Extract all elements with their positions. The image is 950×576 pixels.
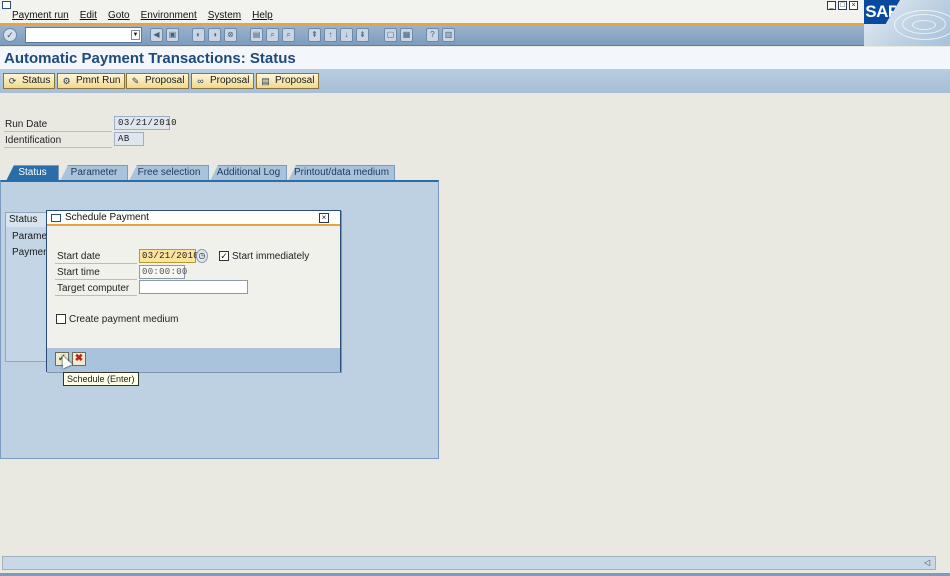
- dialog-window-icon: [51, 214, 61, 222]
- dialog-footer: ✓ ✖: [47, 348, 340, 372]
- glasses-icon: ∞: [197, 76, 204, 86]
- proposal-list-button[interactable]: ▤ Proposal: [256, 73, 320, 89]
- pencil-icon: ✎: [131, 76, 140, 86]
- proposal-list-button-label: Proposal: [275, 75, 315, 86]
- tab-parameter[interactable]: Parameter: [60, 165, 128, 181]
- schedule-payment-dialog: Schedule Payment × Start date 03/21/2010…: [46, 210, 341, 372]
- calendar-help-icon[interactable]: ◷: [196, 249, 208, 263]
- back-arrow-icon[interactable]: ◀: [150, 28, 163, 42]
- menu-system[interactable]: System: [208, 10, 241, 21]
- tab-free-selection[interactable]: Free selection: [129, 165, 209, 181]
- run-date-label: Run Date: [5, 119, 48, 130]
- start-date-input[interactable]: 03/21/2010: [139, 249, 199, 263]
- save-icon[interactable]: ▣: [166, 28, 179, 42]
- back-icon[interactable]: ◐: [192, 28, 205, 42]
- system-menu-icon[interactable]: [2, 1, 11, 9]
- start-time-label: Start time: [57, 267, 100, 278]
- application-toolbar: ⟳ Status ⚙ Pmnt Run ✎ Proposal ∞ Proposa…: [0, 69, 950, 93]
- next-page-icon[interactable]: ↓: [340, 28, 353, 42]
- tab-status[interactable]: Status: [6, 165, 59, 181]
- new-session-icon[interactable]: ▢: [384, 28, 397, 42]
- find-icon[interactable]: ⌕: [266, 28, 279, 42]
- exit-icon[interactable]: ◑: [208, 28, 221, 42]
- help-icon[interactable]: ?: [426, 28, 439, 42]
- previous-page-icon[interactable]: ↑: [324, 28, 337, 42]
- schedule-tooltip: Schedule (Enter): [63, 372, 139, 386]
- run-date-underline: [4, 131, 112, 132]
- cancel-icon[interactable]: ⊗: [224, 28, 237, 42]
- menu-items: Payment run Edit Goto Environment System…: [12, 10, 273, 21]
- last-page-icon[interactable]: ⇟: [356, 28, 369, 42]
- menu-help[interactable]: Help: [252, 10, 273, 21]
- start-immediately-label: Start immediately: [232, 251, 310, 262]
- standard-toolbar: ✓ ▼ ◀ ▣ ◐ ◑ ⊗ ▤ ⌕ ⌕ ⇞ ↑ ↓ ⇟ ▢ ▦ ? ▥: [0, 25, 864, 46]
- window-controls: _ □ ×: [827, 1, 858, 10]
- layout-menu-icon[interactable]: ▥: [442, 28, 455, 42]
- start-date-underline: [55, 263, 137, 264]
- run-date-field: 03/21/2010: [114, 116, 177, 130]
- chevron-down-icon[interactable]: ▼: [131, 30, 140, 40]
- identification-label: Identification: [5, 135, 62, 146]
- refresh-icon: ⟳: [8, 76, 17, 86]
- target-computer-input[interactable]: [139, 280, 248, 294]
- dialog-title: Schedule Payment: [65, 212, 149, 223]
- status-bar: ◁: [0, 554, 950, 572]
- status-group-item-payment: Paymen: [12, 247, 49, 258]
- maximize-icon[interactable]: □: [838, 1, 847, 10]
- start-immediately-checkbox[interactable]: ✓: [219, 251, 229, 261]
- target-computer-label: Target computer: [57, 283, 130, 294]
- menu-payment-run[interactable]: Payment run: [12, 10, 69, 21]
- sap-logo: SAP: [864, 0, 950, 46]
- title-area: Automatic Payment Transactions: Status: [0, 47, 950, 69]
- menu-edit[interactable]: Edit: [80, 10, 97, 21]
- display-proposal-button-label: Proposal: [210, 75, 250, 86]
- menu-environment[interactable]: Environment: [141, 10, 197, 21]
- dialog-title-bar: Schedule Payment ×: [47, 211, 340, 226]
- status-message-field: [2, 556, 936, 570]
- close-window-icon[interactable]: ×: [849, 1, 858, 10]
- status-expand-icon[interactable]: ◁: [924, 558, 930, 567]
- tab-additional-log[interactable]: Additional Log: [210, 165, 287, 181]
- payment-run-button[interactable]: ⚙ Pmnt Run: [57, 73, 126, 89]
- edit-proposal-button[interactable]: ✎ Proposal: [126, 73, 190, 89]
- menu-bar: Payment run Edit Goto Environment System…: [0, 0, 950, 25]
- payment-run-icon: ⚙: [62, 76, 71, 86]
- minimize-icon[interactable]: _: [827, 1, 836, 10]
- payment-run-button-label: Pmnt Run: [76, 75, 121, 86]
- status-button[interactable]: ⟳ Status: [3, 73, 56, 89]
- page-title: Automatic Payment Transactions: Status: [4, 50, 296, 67]
- create-payment-medium-checkbox[interactable]: [56, 314, 66, 324]
- print-icon[interactable]: ▤: [250, 28, 263, 42]
- target-computer-underline: [55, 295, 137, 296]
- cancel-button[interactable]: ✖: [72, 352, 86, 366]
- start-date-label: Start date: [57, 251, 101, 262]
- menu-goto[interactable]: Goto: [108, 10, 130, 21]
- display-proposal-button[interactable]: ∞ Proposal: [191, 73, 255, 89]
- tab-printout-data-medium[interactable]: Printout/data medium: [288, 165, 395, 181]
- start-time-input[interactable]: 00:00:00: [139, 265, 187, 279]
- status-group-item-parameter: Paramet: [12, 231, 50, 242]
- status-button-label: Status: [22, 75, 51, 86]
- shortcut-icon[interactable]: ▦: [400, 28, 413, 42]
- document-icon: ▤: [261, 76, 270, 86]
- edit-proposal-button-label: Proposal: [145, 75, 185, 86]
- start-time-underline: [55, 279, 137, 280]
- first-page-icon[interactable]: ⇞: [308, 28, 321, 42]
- command-field[interactable]: ▼: [25, 27, 142, 43]
- find-next-icon[interactable]: ⌕: [282, 28, 295, 42]
- close-icon[interactable]: ×: [319, 213, 329, 223]
- create-payment-medium-label: Create payment medium: [69, 314, 179, 325]
- enter-icon[interactable]: ✓: [3, 28, 17, 42]
- identification-field: AB: [114, 132, 144, 146]
- identification-underline: [4, 147, 112, 148]
